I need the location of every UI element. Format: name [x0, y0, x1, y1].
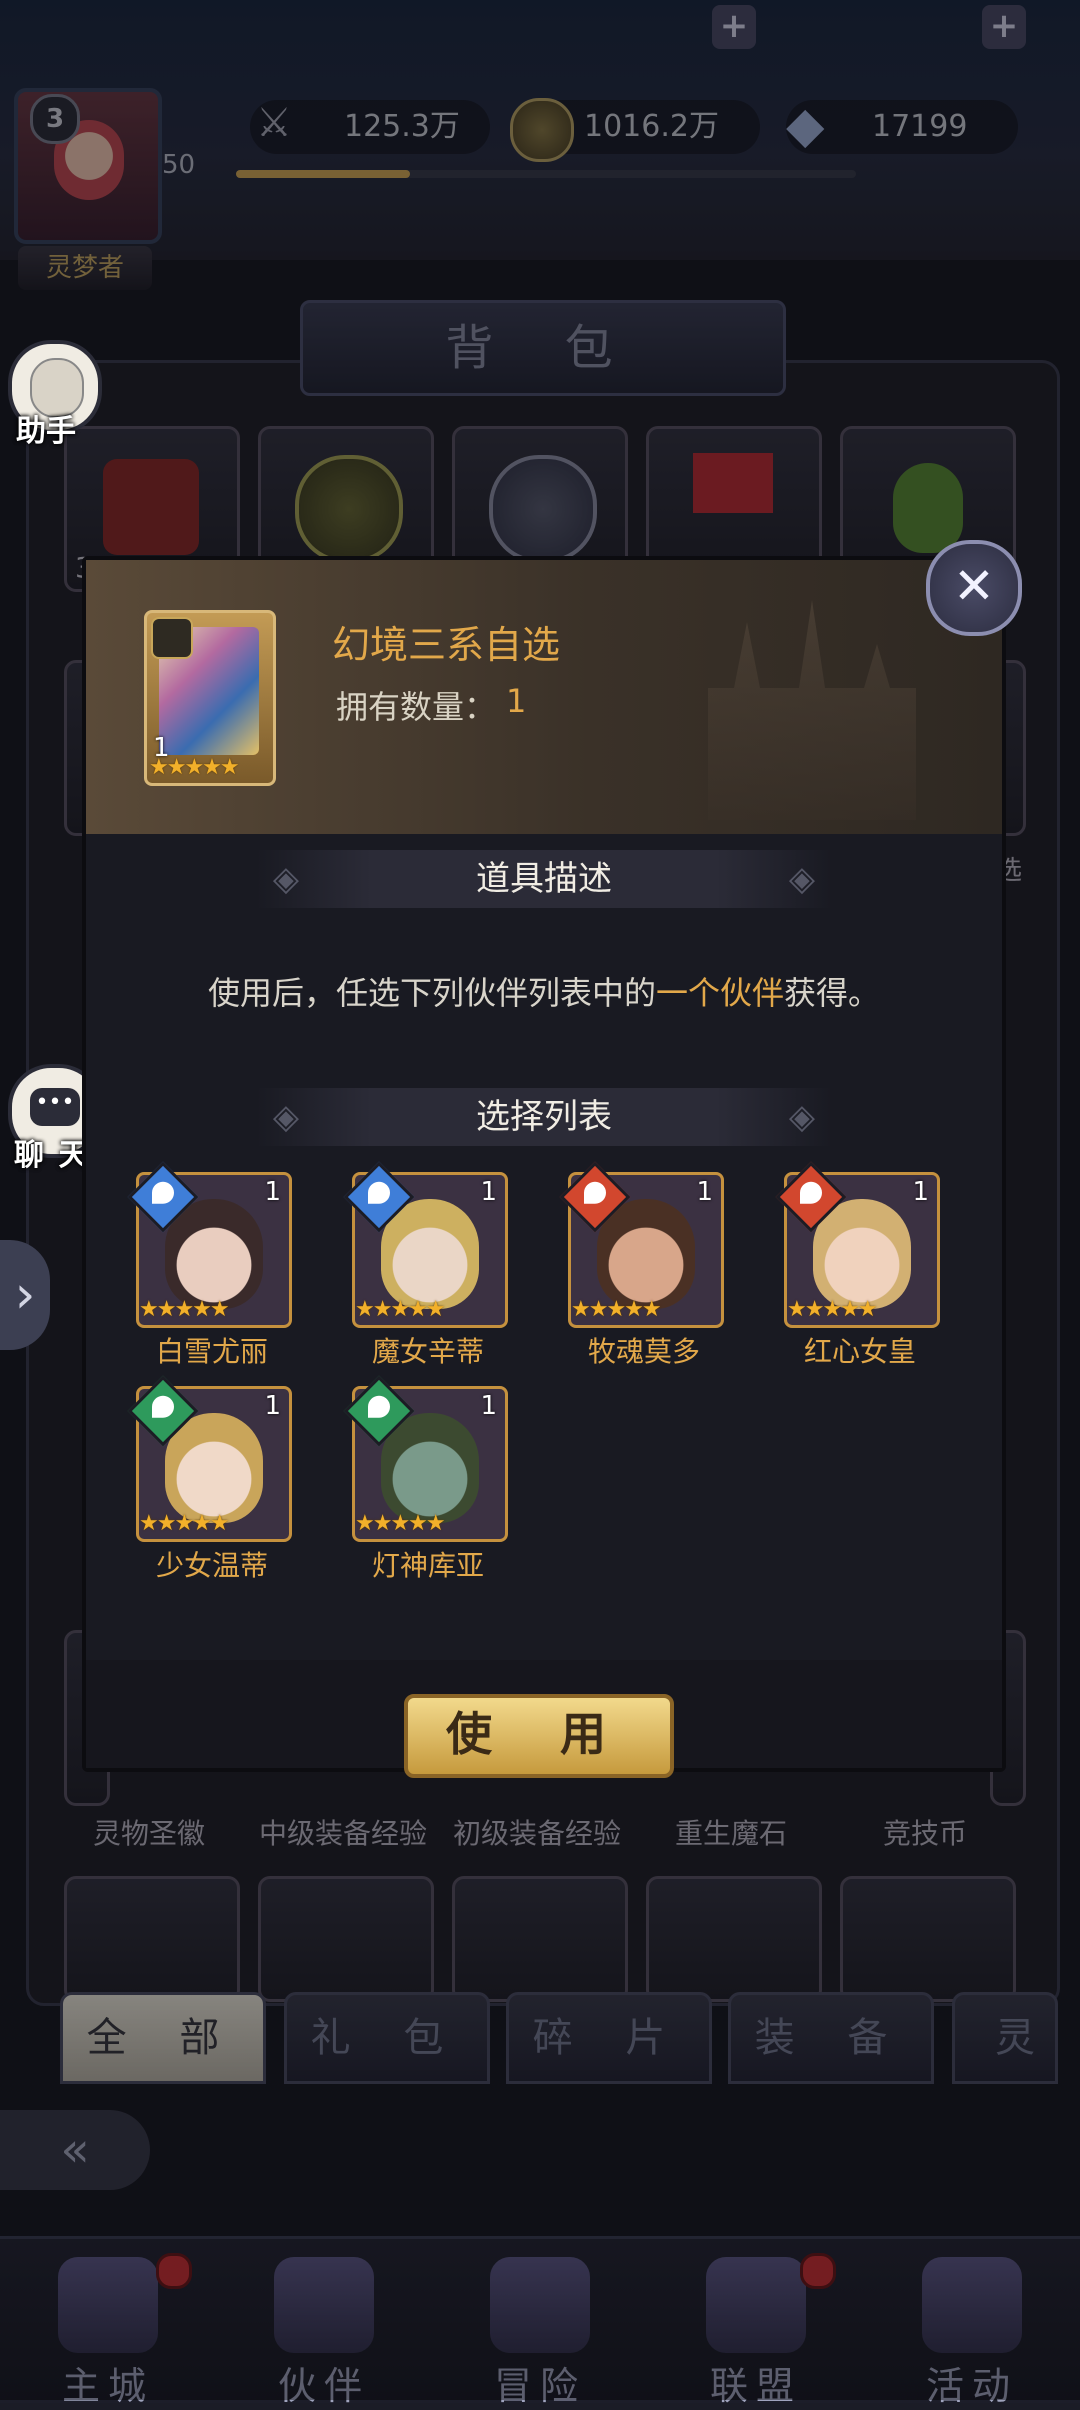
hero-stars: ★★★★★: [139, 1297, 230, 1322]
item-stars: ★★★★★: [149, 755, 240, 780]
hero-qty: 1: [480, 1177, 497, 1207]
chevron-right-icon: ›: [14, 1265, 36, 1325]
hero-qty: 1: [264, 1391, 281, 1421]
hero-name: 灯神库亚: [371, 1549, 484, 1582]
hero-option[interactable]: 1 ★★★★★ 白雪尤丽: [127, 1161, 356, 1372]
section-header-description: ◈ 道具描述 ◈: [256, 850, 832, 908]
hero-name: 少女温蒂: [155, 1549, 268, 1582]
hero-option[interactable]: 1 ★★★★★ 少女温蒂: [127, 1375, 356, 1586]
hero-qty: 1: [480, 1391, 497, 1421]
item-card: 1 ★★★★★: [144, 610, 276, 786]
section-header-selection: ◈ 选择列表 ◈: [256, 1088, 832, 1146]
chat-label: 聊 天: [14, 1138, 91, 1173]
hero-option[interactable]: 1 ★★★★★ 灯神库亚: [343, 1375, 572, 1586]
hero-qty: 1: [696, 1177, 713, 1207]
description-title: 道具描述: [476, 859, 612, 899]
castle-background-art: [708, 600, 916, 820]
hero-qty: 1: [264, 1177, 281, 1207]
close-dialog-button[interactable]: ✕: [926, 540, 1022, 636]
ornament-right-icon: ◈: [788, 1097, 816, 1137]
item-type-icon: [151, 617, 193, 659]
ornament-right-icon: ◈: [788, 859, 816, 899]
hero-stars: ★★★★★: [139, 1511, 230, 1536]
hero-option[interactable]: 1 ★★★★★ 红心女皇: [775, 1161, 1004, 1372]
description-highlight: 一个伙伴: [655, 974, 784, 1012]
description-text-end: 获得。: [784, 974, 881, 1012]
hero-name: 魔女辛蒂: [371, 1335, 484, 1368]
hero-stars: ★★★★★: [787, 1297, 878, 1322]
item-header: 1 ★★★★★ 幻境三系自选 拥有数量： 1: [86, 560, 1002, 834]
hero-stars: ★★★★★: [571, 1297, 662, 1322]
hero-name: 白雪尤丽: [155, 1335, 268, 1368]
ornament-left-icon: ◈: [272, 1097, 300, 1137]
close-icon: ✕: [953, 557, 995, 615]
hero-stars: ★★★★★: [355, 1297, 446, 1322]
hero-name: 牧魂莫多: [587, 1335, 700, 1368]
assistant-label: 助手: [16, 414, 76, 449]
hero-stars: ★★★★★: [355, 1511, 446, 1536]
hero-option[interactable]: 1 ★★★★★ 魔女辛蒂: [343, 1161, 572, 1372]
selection-title: 选择列表: [476, 1097, 612, 1137]
own-count-value: 1: [506, 682, 527, 720]
item-detail-dialog: 1 ★★★★★ 幻境三系自选 拥有数量： 1 ◈ 道具描述 ◈ 使用后，任选下列…: [82, 556, 1006, 1778]
hero-name: 红心女皇: [803, 1335, 916, 1368]
ornament-left-icon: ◈: [272, 859, 300, 899]
item-name: 幻境三系自选: [332, 623, 561, 667]
use-button[interactable]: 使 用: [404, 1694, 674, 1778]
chat-bubble-icon: •••: [30, 1088, 80, 1126]
hero-option[interactable]: 1 ★★★★★ 牧魂莫多: [559, 1161, 788, 1372]
hero-qty: 1: [912, 1177, 929, 1207]
description-text: 使用后，任选下列伙伴列表中的: [207, 974, 656, 1012]
item-description: 使用后，任选下列伙伴列表中的一个伙伴获得。: [86, 968, 1002, 1014]
own-count-label: 拥有数量：: [336, 688, 497, 726]
